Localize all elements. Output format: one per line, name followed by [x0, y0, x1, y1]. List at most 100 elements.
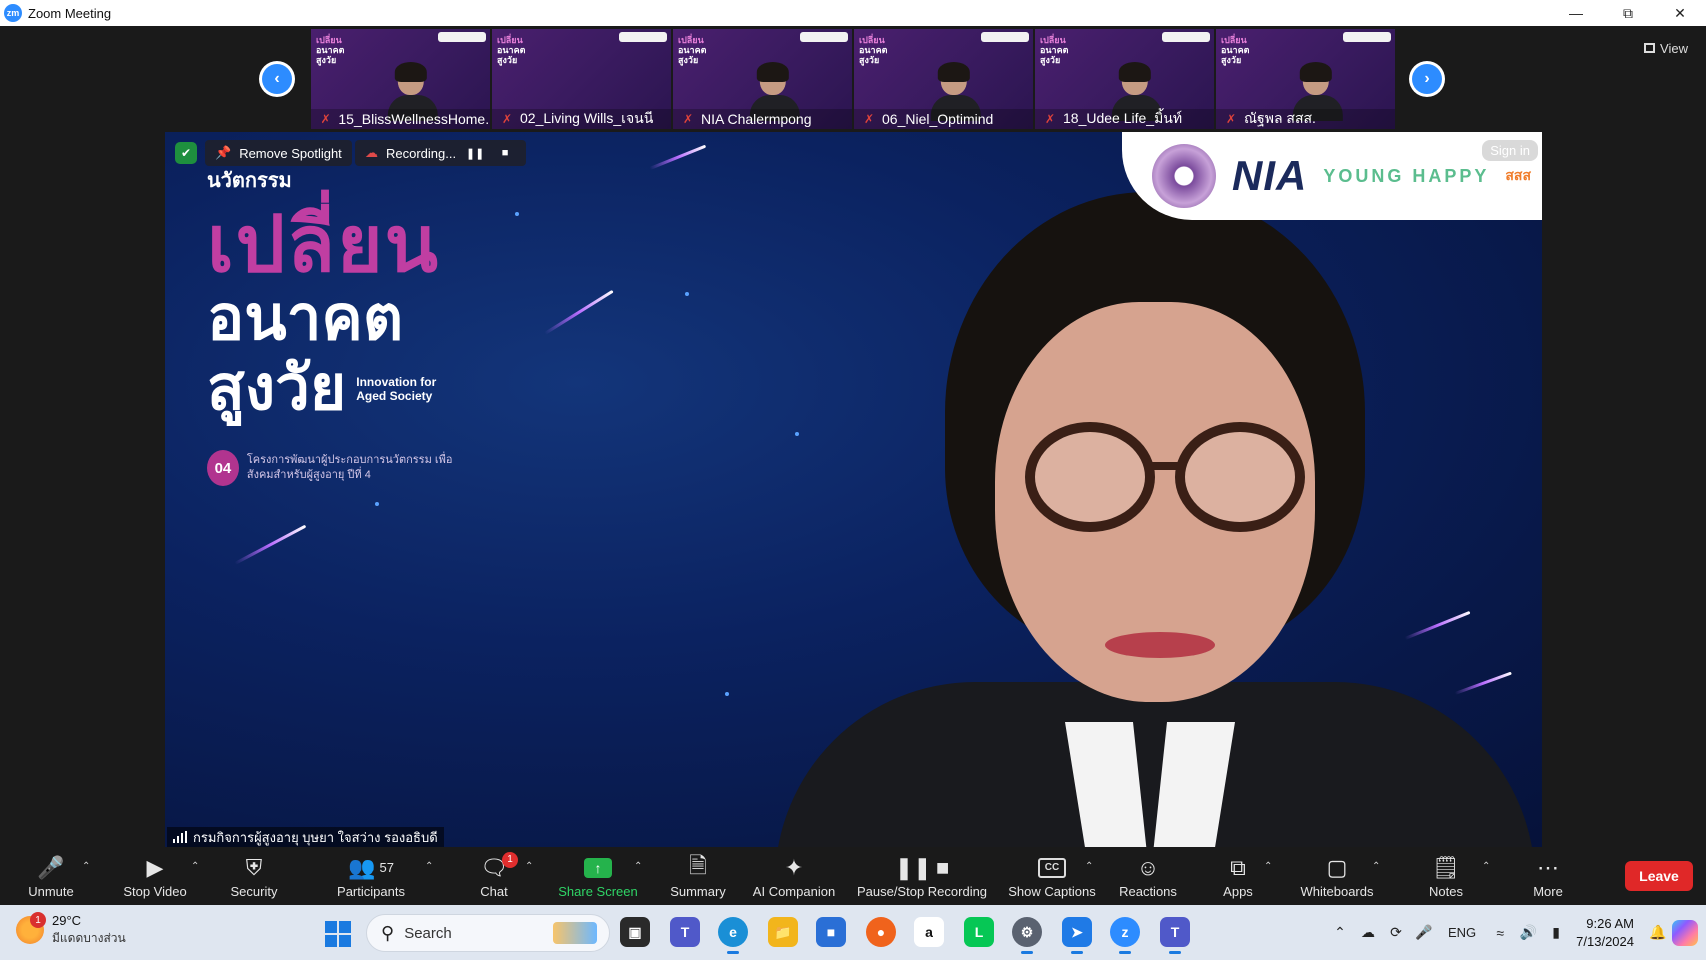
participant-video — [749, 62, 800, 121]
pause-stop-recording-button[interactable]: ❚❚ ■ Pause/Stop Recording — [854, 847, 990, 905]
sponsor-logos-banner: NIA YOUNG HAPPY สสส — [1122, 132, 1542, 220]
task-view-icon[interactable]: ▣ — [620, 917, 650, 947]
restore-icon[interactable]: ⧉ — [1602, 0, 1654, 26]
unmute-button[interactable]: 🎤 Unmute — [22, 847, 80, 905]
gallery-next-button[interactable]: › — [1409, 61, 1445, 97]
view-button[interactable]: View — [1636, 36, 1696, 60]
slide-mini-logo: เปลี่ยน อนาคต สูงวัย — [1040, 35, 1069, 65]
search-icon: ⚲ — [381, 922, 395, 943]
close-icon[interactable]: ✕ — [1654, 0, 1706, 26]
apps-button[interactable]: ⧉ Apps — [1222, 847, 1254, 905]
microphone-icon[interactable]: 🎤 — [1410, 924, 1438, 941]
gallery-prev-button[interactable]: ‹ — [259, 61, 295, 97]
pause-recording-icon[interactable]: ❚❚ — [464, 142, 486, 164]
participant-thumbnail[interactable]: เปลี่ยน อนาคต สูงวัย ✗ ณัฐพล สสส. — [1216, 29, 1395, 129]
volume-icon[interactable]: 🔊 — [1514, 924, 1542, 941]
speaker-body — [775, 682, 1535, 847]
logo-badge — [1343, 32, 1391, 42]
chevron-up-icon[interactable]: ⌃ — [1326, 924, 1354, 941]
logo-badge — [438, 32, 486, 42]
ministry-seal-logo — [1152, 144, 1216, 208]
recording-indicator[interactable]: ☁ Recording... ❚❚ ■ — [355, 140, 527, 166]
notification-bell-icon[interactable]: 🔔 — [1644, 924, 1672, 941]
pause-stop-recording-label: Pause/Stop Recording — [856, 883, 988, 899]
speaker-name-tag: กรมกิจการผู้สูงอายุ บุษยา ใจสว่าง รองอธิ… — [167, 827, 444, 847]
taskbar-search[interactable]: ⚲ Search — [366, 914, 610, 952]
participant-thumbnail[interactable]: เปลี่ยน อนาคต สูงวัย ✗ 02_Living Wills_เจน… — [492, 29, 671, 129]
sync-icon[interactable]: ⟳ — [1382, 924, 1410, 941]
microsoft-store-icon[interactable]: ■ — [816, 917, 846, 947]
onedrive-error-icon[interactable]: ☁ — [1354, 924, 1382, 941]
apps-options-caret-icon[interactable]: ⌃ — [1264, 861, 1272, 872]
remove-spotlight-button[interactable]: 📌 Remove Spotlight — [205, 140, 352, 166]
battery-icon[interactable]: ▮ — [1542, 924, 1570, 941]
whiteboards-options-caret-icon[interactable]: ⌃ — [1372, 861, 1380, 872]
slide-line-pink: เปลี่ยน — [207, 200, 440, 288]
reactions-button[interactable]: ☺ Reactions — [1117, 847, 1179, 905]
firefox-icon[interactable]: ● — [866, 917, 896, 947]
chat-badge: 1 — [501, 851, 518, 868]
share-options-caret-icon[interactable]: ⌃ — [634, 861, 642, 872]
slide-innovation-text: Innovation for Aged Society — [356, 375, 437, 403]
ellipsis-icon: ⋯ — [1537, 854, 1559, 880]
minimize-icon[interactable]: — — [1550, 0, 1602, 26]
amazon-icon[interactable]: a — [914, 917, 944, 947]
participant-thumbnail[interactable]: เปลี่ยน อนาคต สูงวัย ✗ 15_BlissWellnessHom… — [311, 29, 490, 129]
line-app-icon[interactable]: L — [964, 917, 994, 947]
ai-companion-button[interactable]: ✦ AI Companion — [749, 847, 839, 905]
notes-button[interactable]: 🗒 Notes — [1426, 847, 1466, 905]
notes-options-caret-icon[interactable]: ⌃ — [1482, 861, 1490, 872]
participants-options-caret-icon[interactable]: ⌃ — [425, 861, 433, 872]
copilot-icon[interactable] — [1672, 919, 1698, 946]
logo-badge — [619, 32, 667, 42]
encryption-shield-icon[interactable]: ✔ — [175, 142, 197, 164]
teams-new-icon[interactable]: T — [1160, 917, 1190, 954]
share-screen-button[interactable]: ↑ Share Screen — [555, 847, 641, 905]
participant-thumbnail[interactable]: เปลี่ยน อนาคต สูงวัย ✗ NIA Chalermpong — [673, 29, 852, 129]
teams-icon[interactable]: T — [670, 917, 700, 947]
maps-app-icon[interactable]: ➤ — [1062, 917, 1092, 954]
participants-button[interactable]: 👥 57 Participants — [331, 847, 411, 905]
language-indicator[interactable]: ENG — [1448, 925, 1476, 940]
captions-options-caret-icon[interactable]: ⌃ — [1085, 861, 1093, 872]
spotlight-video[interactable]: นวัตกรรม เปลี่ยน อนาคต สูงวัย Innovation… — [165, 132, 1542, 847]
speaker-name: กรมกิจการผู้สูงอายุ บุษยา ใจสว่าง รองอธิ… — [193, 829, 438, 845]
window-title: Zoom Meeting — [28, 5, 112, 21]
chevron-right-icon: › — [1412, 64, 1442, 94]
slide-description: โครงการพัฒนาผู้ประกอบการนวัตกรรม เพื่อสั… — [246, 454, 453, 481]
show-captions-button[interactable]: CC Show Captions — [1006, 847, 1098, 905]
file-explorer-icon[interactable]: 📁 — [768, 917, 798, 947]
zoom-taskbar-icon[interactable]: z — [1110, 917, 1140, 954]
chat-options-caret-icon[interactable]: ⌃ — [525, 861, 533, 872]
sign-in-button[interactable]: Sign in — [1482, 140, 1538, 161]
participant-name: 18_Udee Life_มิ้นท์ — [1063, 110, 1183, 126]
search-placeholder: Search — [404, 924, 452, 942]
chat-button[interactable]: 🗨 1 Chat — [474, 847, 518, 905]
participant-thumbnail[interactable]: เปลี่ยน อนาคต สูงวัย ✗ 06_Niel_Optimind — [854, 29, 1033, 129]
participant-thumbnail[interactable]: เปลี่ยน อนาคต สูงวัย ✗ 18_Udee Life_มิ้นท์ — [1035, 29, 1214, 129]
mic-muted-icon: ✗ — [682, 112, 694, 126]
participant-name: NIA Chalermpong — [701, 111, 812, 127]
security-button[interactable]: ⛨ Security — [226, 847, 282, 905]
summary-icon: 🗎 — [689, 852, 707, 878]
edge-icon[interactable]: e — [718, 917, 748, 954]
clock[interactable]: 9:26 AM 7/13/2024 — [1576, 915, 1634, 951]
more-button[interactable]: ⋯ More — [1529, 847, 1567, 905]
stop-recording-icon[interactable]: ■ — [494, 142, 516, 164]
windows-start-icon[interactable] — [325, 921, 351, 947]
leave-button[interactable]: Leave — [1625, 861, 1693, 891]
audio-options-caret-icon[interactable]: ⌃ — [82, 861, 90, 872]
weather-widget[interactable]: 1 29°C มีแดดบางส่วน — [16, 912, 126, 948]
mic-muted-icon: ✗ — [863, 112, 875, 126]
view-label: View — [1660, 40, 1688, 56]
video-camera-icon: ▶ — [146, 854, 164, 880]
cloud-record-icon: ☁ — [365, 145, 378, 160]
stop-video-button[interactable]: ▶ Stop Video — [118, 847, 192, 905]
participants-label: Participants — [337, 883, 405, 899]
summary-button[interactable]: 🗎 Summary — [666, 847, 730, 905]
settings-gear-icon[interactable]: ⚙ — [1012, 917, 1042, 954]
whiteboards-button[interactable]: ▢ Whiteboards — [1296, 847, 1378, 905]
wifi-icon[interactable]: ≈ — [1486, 925, 1514, 941]
video-options-caret-icon[interactable]: ⌃ — [191, 861, 199, 872]
meeting-toolbar: 🎤 Unmute ⌃ ▶ Stop Video ⌃ ⛨ Security 👥 57… — [0, 847, 1706, 905]
